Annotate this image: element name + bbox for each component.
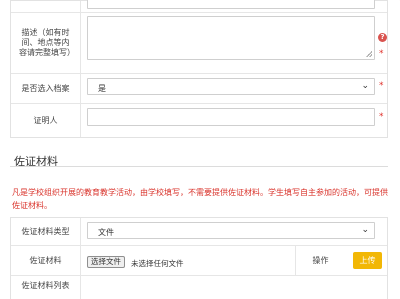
archive-select-value: 是 xyxy=(98,84,106,93)
row-label-cell xyxy=(11,1,81,12)
form-row-description: 描述（如有时间、地点等内容请完整填写） ? * xyxy=(11,13,387,74)
evidence-type-label: 佐证材料类型 xyxy=(11,218,81,245)
witness-label: 证明人 xyxy=(11,104,81,137)
archive-label: 是否选入档案 xyxy=(11,74,81,103)
form-row-top xyxy=(11,0,387,13)
section-divider xyxy=(10,166,388,167)
form-row-witness: 证明人 * xyxy=(11,104,387,137)
required-mark: * xyxy=(379,49,384,59)
upload-button[interactable]: 上传 xyxy=(353,252,382,269)
resize-grip-icon[interactable] xyxy=(366,51,372,57)
evidence-table: 佐证材料类型 文件 ⌄ 佐证材料 选择文件 未选择任何文件 操作 上传 佐证材料… xyxy=(10,217,388,299)
top-input[interactable] xyxy=(87,0,375,9)
archive-select[interactable]: 是 ⌄ xyxy=(87,78,375,95)
help-icon[interactable]: ? xyxy=(378,33,387,42)
activity-form-table: 描述（如有时间、地点等内容请完整填写） ? * 是否选入档案 是 ⌄ * 证明人… xyxy=(10,0,388,138)
description-label: 描述（如有时间、地点等内容请完整填写） xyxy=(11,13,81,73)
evidence-type-value: 文件 xyxy=(98,228,114,237)
file-status: 未选择任何文件 xyxy=(131,259,184,268)
operation-label: 操作 xyxy=(295,246,345,275)
evidence-file-label: 佐证材料 xyxy=(11,246,81,275)
evidence-list-label: 佐证材料列表 xyxy=(11,276,81,299)
evidence-row-list: 佐证材料列表 xyxy=(11,276,387,299)
description-textarea[interactable] xyxy=(87,16,375,60)
evidence-row-file: 佐证材料 选择文件 未选择任何文件 操作 上传 xyxy=(11,246,387,276)
form-row-archive: 是否选入档案 是 ⌄ * xyxy=(11,74,387,104)
evidence-row-type: 佐证材料类型 文件 ⌄ xyxy=(11,218,387,246)
required-mark: * xyxy=(379,81,384,91)
chevron-down-icon: ⌄ xyxy=(361,81,369,91)
witness-input[interactable] xyxy=(87,108,375,126)
chevron-down-icon: ⌄ xyxy=(361,225,369,235)
required-mark: * xyxy=(379,112,384,122)
evidence-notice: 凡是学校组织开展的教育教学活动，由学校填写，不需要提供佐证材料。学生填写自主参加… xyxy=(12,188,388,210)
choose-file-button[interactable]: 选择文件 xyxy=(87,256,125,268)
evidence-type-select[interactable]: 文件 ⌄ xyxy=(87,222,375,239)
